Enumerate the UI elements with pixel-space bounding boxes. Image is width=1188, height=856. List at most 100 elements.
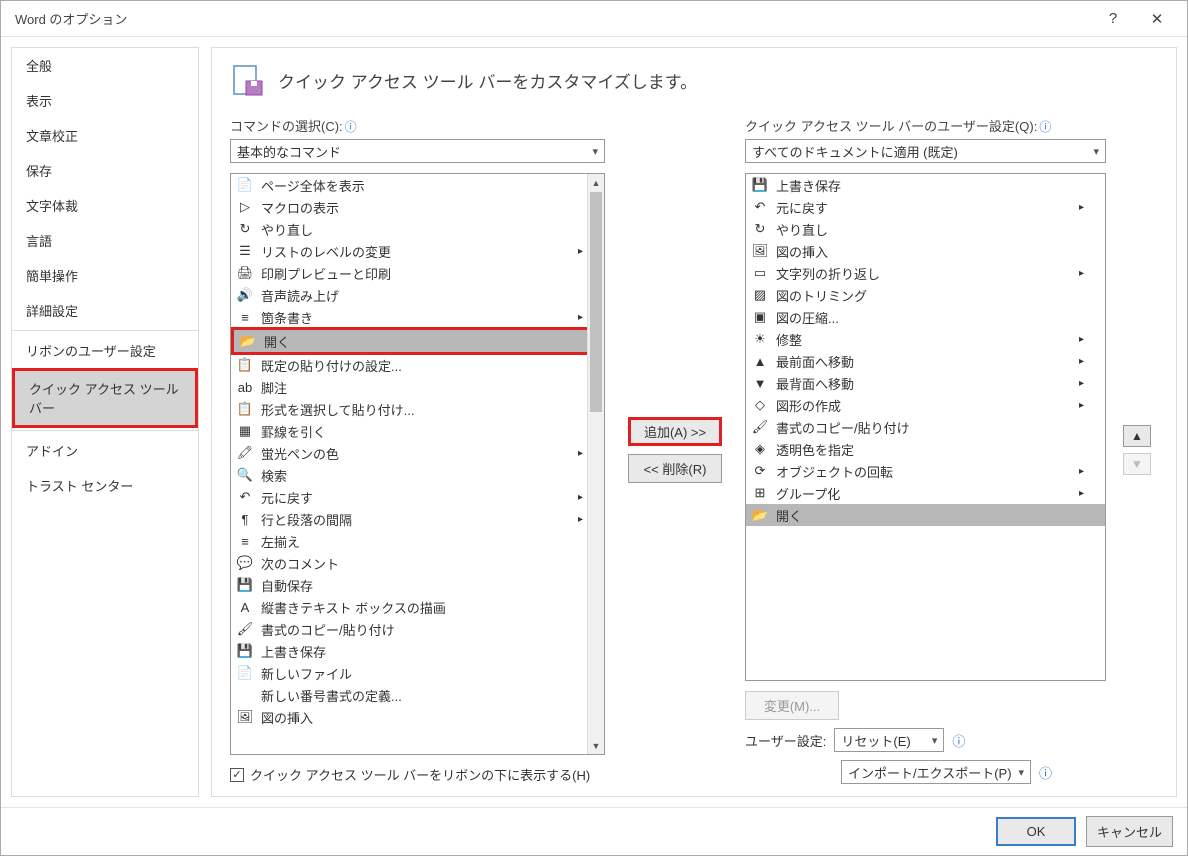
list-item-label: 透明色を指定 [776, 440, 1079, 459]
middle-buttons: 追加(A) >> << 削除(R) [615, 116, 735, 784]
list-item[interactable]: ↶元に戻す▸ [746, 196, 1105, 218]
list-item[interactable]: ▨図のトリミング [746, 284, 1105, 306]
list-item[interactable]: 🖌書式のコピー/貼り付け [746, 416, 1105, 438]
reset-combo[interactable]: リセット(E) [834, 728, 944, 752]
columns: コマンドの選択(C):ⓘ 基本的なコマンド 📄ページ全体を表示▷マクロの表示↻や… [230, 116, 1158, 784]
sidebar-item[interactable]: 詳細設定 [12, 293, 198, 328]
list-item[interactable]: ◈透明色を指定 [746, 438, 1105, 460]
sidebar-item[interactable]: リボンのユーザー設定 [12, 330, 198, 368]
list-item-label: マクロの表示 [261, 198, 578, 217]
list-item-label: 図の圧縮... [776, 308, 1079, 327]
scroll-thumb[interactable] [590, 192, 602, 412]
qat-scope-combo[interactable]: すべてのドキュメントに適用 (既定) [745, 139, 1106, 163]
list-item[interactable]: 📂開く [234, 330, 601, 352]
qat-icon [230, 62, 266, 98]
list-item[interactable]: ◇図形の作成▸ [746, 394, 1105, 416]
sidebar-item[interactable]: 簡単操作 [12, 258, 198, 293]
list-item[interactable]: 📂開く [746, 504, 1105, 526]
cancel-button[interactable]: キャンセル [1086, 816, 1173, 847]
list-item[interactable]: ¶行と段落の間隔▸ [231, 508, 604, 530]
list-item[interactable]: ab脚注 [231, 376, 604, 398]
list-item[interactable]: 📋形式を選択して貼り付け... [231, 398, 604, 420]
info-icon[interactable]: ⓘ [1039, 763, 1052, 782]
list-item[interactable]: ☰リストのレベルの変更▸ [231, 240, 604, 262]
remove-button[interactable]: << 削除(R) [628, 454, 722, 483]
qat-listbox[interactable]: 💾上書き保存↶元に戻す▸↻やり直し🖼図の挿入▭文字列の折り返し▸▨図のトリミング… [745, 173, 1106, 681]
cmd-icon: ¶ [235, 510, 255, 528]
sidebar-item[interactable]: トラスト センター [12, 468, 198, 503]
list-item[interactable]: 💾上書き保存 [231, 640, 604, 662]
sidebar-item[interactable]: クイック アクセス ツール バー [12, 368, 198, 428]
list-item[interactable]: ≡左揃え [231, 530, 604, 552]
list-item[interactable]: ≡箇条書き▸ [231, 306, 604, 328]
cmd-icon: ▣ [750, 308, 770, 326]
list-item[interactable]: ▷マクロの表示 [231, 196, 604, 218]
list-item[interactable]: 🔊 音声読み上げ [231, 284, 604, 306]
list-item[interactable]: ⊞グループ化▸ [746, 482, 1105, 504]
cmd-icon: 🖌 [235, 620, 255, 638]
list-item[interactable]: A縦書きテキスト ボックスの描画 [231, 596, 604, 618]
help-button[interactable]: ? [1091, 4, 1135, 34]
close-button[interactable]: ✕ [1135, 4, 1179, 34]
cmd-icon: 🔊 [235, 286, 255, 304]
list-item[interactable]: 📄新しいファイル [231, 662, 604, 684]
list-item[interactable]: 🖼図の挿入 [746, 240, 1105, 262]
list-item[interactable]: 🖼図の挿入 [231, 706, 604, 728]
ok-button[interactable]: OK [996, 817, 1076, 846]
dialog-body: 全般表示文章校正保存文字体裁言語簡単操作詳細設定リボンのユーザー設定クイック ア… [1, 37, 1187, 807]
list-item[interactable]: ↶元に戻す▸ [231, 486, 604, 508]
list-item[interactable]: 🖨印刷プレビューと印刷 [231, 262, 604, 284]
add-button[interactable]: 追加(A) >> [628, 417, 722, 446]
list-item-label: 元に戻す [261, 488, 578, 507]
list-item-label: 音声読み上げ [261, 286, 578, 305]
page-heading: クイック アクセス ツール バーをカスタマイズします。 [230, 62, 1158, 98]
list-item[interactable]: ▭文字列の折り返し▸ [746, 262, 1105, 284]
cmd-icon: 📄 [235, 664, 255, 682]
list-item[interactable]: ▼最背面へ移動▸ [746, 372, 1105, 394]
list-item[interactable]: ↻やり直し [746, 218, 1105, 240]
list-item[interactable]: 💾上書き保存 [746, 174, 1105, 196]
list-item[interactable]: ▲最前面へ移動▸ [746, 350, 1105, 372]
info-icon[interactable]: ⓘ [1039, 120, 1051, 134]
sidebar-item[interactable]: 保存 [12, 153, 198, 188]
sidebar-item[interactable]: 表示 [12, 83, 198, 118]
list-item[interactable]: 📄ページ全体を表示 [231, 174, 604, 196]
info-icon[interactable]: ⓘ [345, 120, 357, 134]
list-item[interactable]: 📋既定の貼り付けの設定... [231, 354, 604, 376]
list-item[interactable]: ⟳オブジェクトの回転▸ [746, 460, 1105, 482]
import-export-combo[interactable]: インポート/エクスポート(P) [841, 760, 1031, 784]
info-icon[interactable]: ⓘ [952, 731, 965, 750]
commands-combo[interactable]: 基本的なコマンド [230, 139, 605, 163]
list-item-label: オブジェクトの回転 [776, 462, 1079, 481]
move-up-button[interactable]: ▲ [1123, 425, 1151, 447]
sidebar-item[interactable]: 言語 [12, 223, 198, 258]
commands-listbox[interactable]: 📄ページ全体を表示▷マクロの表示↻やり直し☰リストのレベルの変更▸🖨印刷プレビュ… [230, 173, 605, 755]
cmd-icon: 💾 [235, 642, 255, 660]
list-item[interactable]: 🖌書式のコピー/貼り付け [231, 618, 604, 640]
cmd-icon [235, 686, 255, 704]
show-below-ribbon[interactable]: ✓ クイック アクセス ツール バーをリボンの下に表示する(H) [230, 765, 605, 784]
scrollbar[interactable]: ▲ ▼ [587, 174, 604, 754]
list-item[interactable]: ▦罫線を引く [231, 420, 604, 442]
cmd-icon: A [235, 598, 255, 616]
list-item[interactable]: ☀修整▸ [746, 328, 1105, 350]
list-item[interactable]: 新しい番号書式の定義... [231, 684, 604, 706]
list-item[interactable]: ▣ 図の圧縮... [746, 306, 1105, 328]
scroll-down-icon[interactable]: ▼ [588, 737, 604, 754]
content-panel: クイック アクセス ツール バーをカスタマイズします。 コマンドの選択(C):ⓘ… [211, 47, 1177, 797]
category-sidebar: 全般表示文章校正保存文字体裁言語簡単操作詳細設定リボンのユーザー設定クイック ア… [11, 47, 199, 797]
list-item[interactable]: ↻やり直し [231, 218, 604, 240]
list-item[interactable]: 🔍検索 [231, 464, 604, 486]
cmd-icon: ⟳ [750, 462, 770, 480]
sidebar-item[interactable]: 文字体裁 [12, 188, 198, 223]
list-item-label: リストのレベルの変更 [261, 242, 578, 261]
list-item[interactable]: 💬次のコメント [231, 552, 604, 574]
sidebar-item[interactable]: アドイン [12, 430, 198, 468]
list-item[interactable]: 💾自動保存 [231, 574, 604, 596]
checkbox-icon[interactable]: ✓ [230, 768, 244, 782]
submenu-icon: ▸ [1079, 334, 1101, 345]
list-item[interactable]: 🖍蛍光ペンの色▸ [231, 442, 604, 464]
sidebar-item[interactable]: 全般 [12, 48, 198, 83]
sidebar-item[interactable]: 文章校正 [12, 118, 198, 153]
scroll-up-icon[interactable]: ▲ [588, 174, 604, 191]
